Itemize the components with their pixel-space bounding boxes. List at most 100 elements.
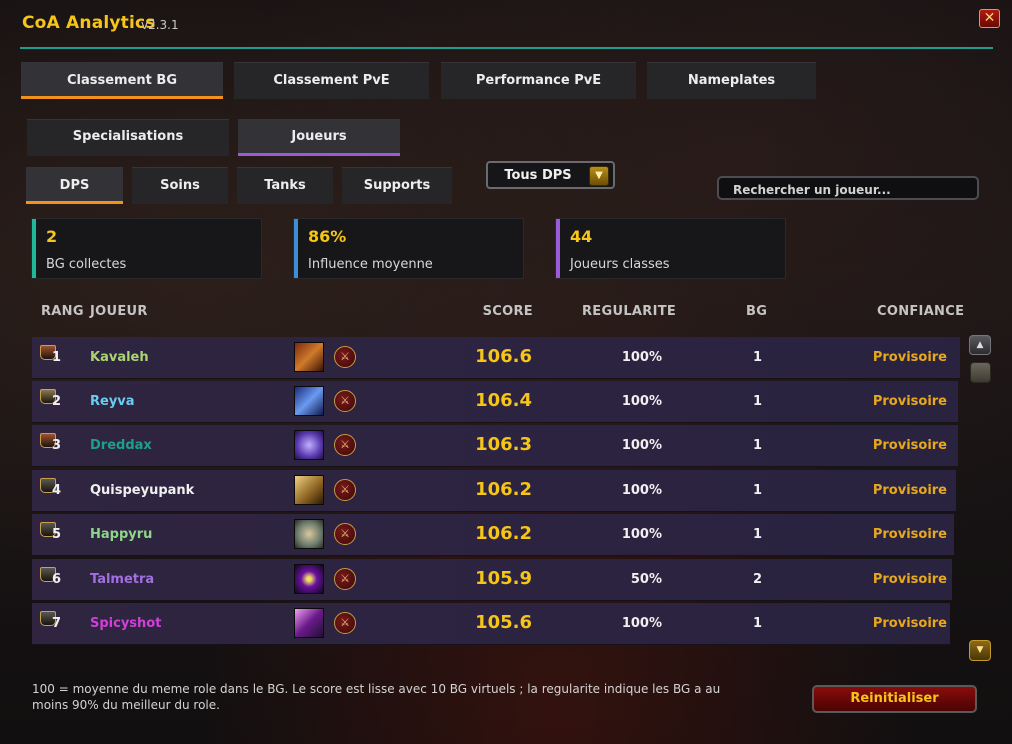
table-row[interactable]: 4 Quispeyupank ⚔ 106.2 100% 1 Provisoire xyxy=(32,470,956,512)
table-row[interactable]: 5 Happyru ⚔ 106.2 100% 1 Provisoire xyxy=(32,514,954,556)
regularity-value: 100% xyxy=(621,616,662,631)
table-row[interactable]: 6 Talmetra ⚔ 105.9 50% 2 Provisoire xyxy=(32,559,952,601)
version-label: v2.3.1 xyxy=(141,18,179,32)
tab-supports[interactable]: Supports xyxy=(342,167,452,204)
header-regularity: REGULARITE xyxy=(582,304,677,319)
score-value: 105.6 xyxy=(475,612,532,633)
player-name[interactable]: Happyru xyxy=(90,527,152,542)
table-row[interactable]: 7 Spicyshot ⚔ 105.6 100% 1 Provisoire xyxy=(32,603,950,645)
header-confidence: CONFIANCE xyxy=(877,304,965,319)
spec-holy-icon xyxy=(294,475,324,505)
tab-label: Classement PvE xyxy=(273,73,390,88)
bg-count: 1 xyxy=(752,350,762,365)
stat-card-players: 44 Joueurs classes xyxy=(555,218,786,279)
tab-classement-pve[interactable]: Classement PvE xyxy=(234,62,429,99)
scrollbar-thumb[interactable] xyxy=(970,362,991,383)
score-value: 106.2 xyxy=(475,479,532,500)
close-icon[interactable]: ✕ xyxy=(979,9,1000,28)
tab-label: Classement BG xyxy=(67,73,177,88)
stat-label: BG collectes xyxy=(46,257,127,272)
score-value: 105.9 xyxy=(475,568,532,589)
regularity-value: 100% xyxy=(621,527,662,542)
tab-nameplates[interactable]: Nameplates xyxy=(647,62,816,99)
spec-arcane-icon xyxy=(294,430,324,460)
table-row[interactable]: 3 Dreddax ⚔ 106.3 100% 1 Provisoire xyxy=(32,425,958,467)
tab-dps[interactable]: DPS xyxy=(26,167,123,204)
spec-frost-icon xyxy=(294,386,324,416)
spec-shadow-icon xyxy=(294,608,324,638)
table-row[interactable]: 2 Reyva ⚔ 106.4 100% 1 Provisoire xyxy=(32,381,958,423)
regularity-value: 100% xyxy=(621,350,662,365)
stat-accent-bar xyxy=(294,219,298,278)
tab-label: Supports xyxy=(363,178,431,193)
dropdown-value: Tous DPS xyxy=(504,168,572,183)
score-value: 106.4 xyxy=(475,390,532,411)
dps-role-icon: ⚔ xyxy=(334,612,356,634)
player-name[interactable]: Kavaleh xyxy=(90,350,149,365)
tab-active-indicator xyxy=(21,96,223,99)
header-bg: BG xyxy=(746,304,768,319)
tab-label: Soins xyxy=(160,178,200,193)
tab-active-indicator xyxy=(238,153,400,156)
player-name[interactable]: Reyva xyxy=(90,394,135,409)
tab-specialisations[interactable]: Specialisations xyxy=(27,119,229,156)
regularity-value: 100% xyxy=(621,394,662,409)
stat-accent-bar xyxy=(556,219,560,278)
tab-tanks[interactable]: Tanks xyxy=(237,167,333,204)
score-value: 106.2 xyxy=(475,523,532,544)
score-value: 106.6 xyxy=(475,346,532,367)
tab-performance-pve[interactable]: Performance PvE xyxy=(441,62,636,99)
bg-count: 1 xyxy=(752,438,762,453)
tab-joueurs[interactable]: Joueurs xyxy=(238,119,400,156)
chevron-down-icon[interactable]: ▼ xyxy=(589,166,609,186)
spec-eye-icon xyxy=(294,564,324,594)
confidence-value: Provisoire xyxy=(872,483,947,498)
dps-role-icon: ⚔ xyxy=(334,390,356,412)
tab-label: Specialisations xyxy=(72,129,184,144)
tab-label: Performance PvE xyxy=(475,73,602,88)
stat-value: 44 xyxy=(570,227,593,246)
spec-fury-icon xyxy=(294,342,324,372)
footer-note: 100 = moyenne du meme role dans le BG. L… xyxy=(32,682,721,712)
title-divider xyxy=(20,47,993,49)
dps-role-icon: ⚔ xyxy=(334,434,356,456)
scroll-up-icon[interactable]: ▲ xyxy=(969,335,991,355)
stat-accent-bar xyxy=(32,219,36,278)
tab-classement-bg[interactable]: Classement BG xyxy=(21,62,223,99)
rank-value: 4 xyxy=(52,483,62,498)
player-name[interactable]: Dreddax xyxy=(90,438,152,453)
tab-label: Nameplates xyxy=(687,73,776,88)
confidence-value: Provisoire xyxy=(872,394,947,409)
rank-value: 5 xyxy=(52,527,62,542)
stat-card-influence: 86% Influence moyenne xyxy=(293,218,524,279)
window-title: CoA Analytics xyxy=(22,13,156,33)
stat-value: 86% xyxy=(308,227,347,246)
dps-role-icon: ⚔ xyxy=(334,568,356,590)
tab-soins[interactable]: Soins xyxy=(132,167,228,204)
dps-filter-dropdown[interactable]: Tous DPS ▼ xyxy=(486,161,615,189)
rank-value: 6 xyxy=(52,572,62,587)
dps-role-icon: ⚔ xyxy=(334,479,356,501)
scroll-down-icon[interactable]: ▼ xyxy=(969,640,991,661)
tab-label: Tanks xyxy=(264,178,306,193)
search-input[interactable] xyxy=(717,176,979,200)
header-score: SCORE xyxy=(482,304,533,319)
regularity-value: 50% xyxy=(630,572,662,587)
player-name[interactable]: Spicyshot xyxy=(90,616,161,631)
bg-count: 1 xyxy=(752,527,762,542)
rank-value: 3 xyxy=(52,438,62,453)
bg-count: 1 xyxy=(752,394,762,409)
reset-button[interactable]: Reinitialiser xyxy=(812,685,977,713)
score-value: 106.3 xyxy=(475,434,532,455)
player-name[interactable]: Talmetra xyxy=(90,572,154,587)
rank-value: 7 xyxy=(52,616,62,631)
rank-value: 1 xyxy=(52,350,62,365)
bg-count: 1 xyxy=(752,483,762,498)
stat-card-bg: 2 BG collectes xyxy=(31,218,262,279)
confidence-value: Provisoire xyxy=(872,572,947,587)
bg-count: 2 xyxy=(752,572,762,587)
player-name[interactable]: Quispeyupank xyxy=(90,483,194,498)
table-row[interactable]: 1 Kavaleh ⚔ 106.6 100% 1 Provisoire xyxy=(32,337,960,379)
stat-label: Influence moyenne xyxy=(308,257,433,272)
dps-role-icon: ⚔ xyxy=(334,346,356,368)
